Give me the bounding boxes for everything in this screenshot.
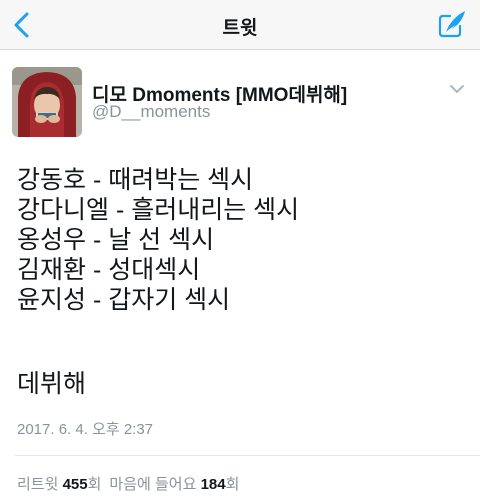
tweet-line: 강다니엘 - 흘러내리는 섹시 [17,196,300,224]
tweet-line: 윤지성 - 갑자기 섹시 [17,286,231,314]
page-title: 트윗 [222,18,258,39]
chevron-left-icon [14,12,29,38]
avatar[interactable] [12,67,82,137]
back-button[interactable] [6,8,40,42]
likes-unit: 회 [225,476,240,493]
tweet-line: 강동호 - 때려박는 섹시 [17,166,254,194]
tweet-text: 강동호 - 때려박는 섹시 강다니엘 - 흘러내리는 섹시 옹성우 - 날 선 … [17,165,467,315]
navigation-bar: 트윗 [0,0,480,50]
tweet-line: 옹성우 - 날 선 섹시 [17,226,215,254]
divider [15,455,480,456]
compose-tweet-icon [438,11,465,38]
likes-label: 마음에 들어요 [109,476,197,493]
tweet-line: 김재환 - 성대섹시 [17,256,201,284]
likes-stat[interactable]: 마음에 들어요 184회 [109,476,239,493]
user-handle[interactable]: @D__moments [92,102,210,122]
profile-photo [12,67,82,137]
retweets-unit: 회 [87,476,102,493]
retweets-label: 리트윗 [17,476,59,493]
chevron-down-icon [450,85,464,93]
likes-count: 184 [200,476,226,493]
retweets-count: 455 [62,476,88,493]
tweet-timestamp: 2017. 6. 4. 오후 2:37 [17,421,154,438]
retweets-stat[interactable]: 리트윗 455회 [17,476,101,493]
compose-tweet-button[interactable] [434,8,468,42]
tweet-options-button[interactable] [448,82,466,96]
tweet-stats: 리트윗 455회 마음에 들어요 184회 [17,473,239,494]
tweet-closing-line: 데뷔해 [17,370,87,398]
